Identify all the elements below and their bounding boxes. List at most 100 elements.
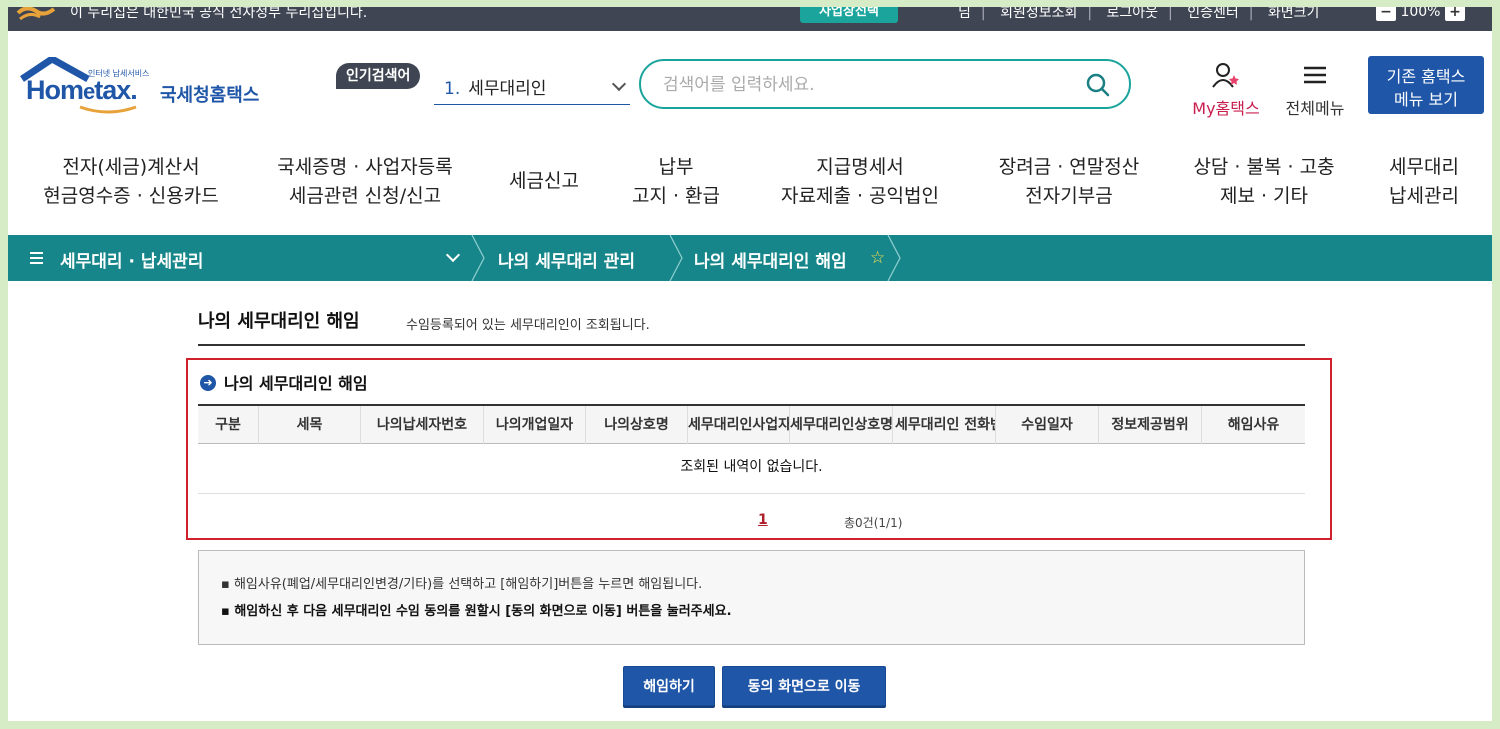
popular-search-badge: 인기검색어 xyxy=(336,63,421,89)
gnb-line1: 납부 xyxy=(658,156,694,178)
logo-e-text: e xyxy=(83,79,95,104)
column-header: 정보제공범위 xyxy=(1099,406,1202,444)
column-header: 나의납세자번호 xyxy=(361,406,484,444)
menu-icon[interactable] xyxy=(30,252,43,264)
column-header: 세무대리인 전화번호 xyxy=(893,406,996,444)
breadcrumb-divider xyxy=(471,235,485,281)
member-info-link[interactable]: 회원정보조회 xyxy=(1000,7,1077,21)
breadcrumb-level2[interactable]: 나의 세무대리 관리 xyxy=(498,247,635,272)
cert-center-link[interactable]: 인증센터 xyxy=(1187,7,1239,21)
column-header: 세목 xyxy=(259,406,361,444)
hamburger-icon xyxy=(1304,66,1326,84)
table-header: 구분 세목 나의납세자번호 나의개업일자 나의상호명 세무대리인사업자번호 세무… xyxy=(198,404,1305,444)
column-header: 해임사유 xyxy=(1227,417,1280,433)
info-box: ▪ 해임사유(폐업/세무대리인변경/기타)를 선택하고 [해임하기]버튼을 누르… xyxy=(198,550,1305,645)
gnb-line1: 장려금 · 연말정산 xyxy=(998,156,1140,178)
browser-page: 이 누리집은 대한민국 공식 전자정부 누리집입니다. 사업장선택 님 | 회원정… xyxy=(8,7,1492,721)
zoom-level: 100% xyxy=(1400,7,1441,20)
all-menu-label: 전체메뉴 xyxy=(1285,99,1345,118)
my-hometax-link[interactable]: My홈택스 xyxy=(1184,61,1268,119)
screen-size-label: 화면크기 xyxy=(1267,7,1320,21)
utility-links: 님 | 회원정보조회 | 로그아웃 | 인증센터 | 화면크기 xyxy=(958,7,1320,21)
gnb-item-statement[interactable]: 지급명세서 자료제출 · 공익법인 xyxy=(770,153,950,211)
gnb-line1: 세무대리 xyxy=(1389,156,1459,178)
zoom-out-button[interactable]: − xyxy=(1376,7,1396,21)
chevron-down-icon[interactable] xyxy=(445,247,461,263)
logo-swoosh-icon xyxy=(79,105,137,114)
column-header: 나의상호명 xyxy=(586,406,688,444)
legacy-menu-line2: 메뉴 보기 xyxy=(1394,90,1458,109)
gnb-line1: 세금신고 xyxy=(509,170,579,192)
column-header: 수임일자 xyxy=(996,406,1099,444)
popular-search-select[interactable]: 1. 세무대리인 xyxy=(434,73,630,105)
gnb-line2: 세금관련 신청/신고 xyxy=(288,185,442,207)
gnb-line1: 지급명세서 xyxy=(816,156,904,178)
section-title: ➜ 나의 세무대리인 해임 xyxy=(200,370,368,394)
column-header: 세무대리인사업자번호 xyxy=(688,406,790,444)
gnb-line2: 고지 · 환급 xyxy=(631,185,721,207)
gov-notice-bar: 이 누리집은 대한민국 공식 전자정부 누리집입니다. 사업장선택 님 | 회원정… xyxy=(8,7,1492,31)
title-divider xyxy=(198,344,1305,346)
search-icon[interactable] xyxy=(1085,72,1111,98)
legacy-menu-button[interactable]: 기존 홈택스 메뉴 보기 xyxy=(1368,56,1484,114)
chevron-down-icon xyxy=(611,76,627,92)
gnb-line2: 현금영수증 · 신용카드 xyxy=(43,185,219,207)
pagination: 1 총0건(1/1) xyxy=(198,512,1305,532)
column-header: 구분 xyxy=(198,406,259,444)
go-to-consent-button[interactable]: 동의 화면으로 이동 xyxy=(722,666,886,706)
main-navigation: 전자(세금)계산서 현금영수증 · 신용카드 국세증명 · 사업자등록 세금관련… xyxy=(8,153,1492,217)
arrow-bullet-icon: ➜ xyxy=(200,374,216,391)
business-select-button[interactable]: 사업장선택 xyxy=(800,7,898,23)
zoom-in-button[interactable]: + xyxy=(1444,7,1465,21)
agent-table: 구분 세목 나의납세자번호 나의개업일자 나의상호명 세무대리인사업자번호 세무… xyxy=(198,404,1305,494)
popular-rank: 1. xyxy=(444,79,461,99)
gov-notice-text: 이 누리집은 대한민국 공식 전자정부 누리집입니다. xyxy=(70,7,368,21)
search-box xyxy=(639,59,1131,109)
gnb-item-einvoice[interactable]: 전자(세금)계산서 현금영수증 · 신용카드 xyxy=(36,153,226,211)
user-suffix: 님 xyxy=(958,7,971,21)
info-line-bold: ▪ 해임하신 후 다음 세무대리인 수임 동의를 원할시 [동의 화면으로 이동… xyxy=(221,604,732,619)
info-line: ▪ 해임사유(폐업/세무대리인변경/기타)를 선택하고 [해임하기]버튼을 누르… xyxy=(221,577,703,592)
gnb-item-incentive[interactable]: 장려금 · 연말정산 전자기부금 xyxy=(986,153,1152,211)
gnb-line2: 제보 · 기타 xyxy=(1219,185,1309,207)
gnb-line1: 상담 · 불복 · 고충 xyxy=(1193,156,1335,178)
hometax-logo[interactable]: 인터넷 납세서비스 Hometax. 국세청홈택스 xyxy=(18,57,268,117)
popular-term: 세무대리인 xyxy=(468,79,547,99)
gov-logo-icon xyxy=(16,7,56,21)
empty-message: 조회된 내역이 없습니다. xyxy=(198,444,1305,494)
gnb-line2: 전자기부금 xyxy=(1025,185,1113,207)
logout-link[interactable]: 로그아웃 xyxy=(1107,7,1159,21)
logo-wordmark: Hometax. xyxy=(26,75,138,106)
my-hometax-label: My홈택스 xyxy=(1192,99,1260,118)
breadcrumb-level3[interactable]: 나의 세무대리인 해임 xyxy=(694,247,847,272)
favorite-star-icon[interactable]: ☆ xyxy=(870,248,885,268)
user-star-icon xyxy=(1212,63,1239,88)
gnb-item-tax-return[interactable]: 세금신고 xyxy=(496,167,592,196)
breadcrumb-divider xyxy=(887,235,901,281)
breadcrumb-divider xyxy=(669,235,683,281)
gnb-item-payment[interactable]: 납부 고지 · 환급 xyxy=(620,153,732,211)
page-title: 나의 세무대리인 해임 xyxy=(198,311,360,332)
column-header: 세무대리인상호명 xyxy=(790,406,893,444)
legacy-menu-line1: 기존 홈택스 xyxy=(1386,67,1466,86)
page-description: 수임등록되어 있는 세무대리인이 조회됩니다. xyxy=(406,318,650,333)
zoom-control: − 100% + xyxy=(1376,7,1465,21)
logo-tax-text: tax. xyxy=(94,75,138,105)
breadcrumb: 세무대리 · 납세관리 나의 세무대리 관리 나의 세무대리인 해임 ☆ xyxy=(8,235,1492,281)
gnb-item-certificate[interactable]: 국세증명 · 사업자등록 세금관련 신청/신고 xyxy=(270,153,460,211)
gnb-item-counsel[interactable]: 상담 · 불복 · 고충 제보 · 기타 xyxy=(1182,153,1346,211)
logo-home-text: Hom xyxy=(26,75,84,105)
gnb-line2: 납세관리 xyxy=(1389,185,1459,207)
page-link-1[interactable]: 1 xyxy=(758,512,768,528)
gnb-item-tax-agent[interactable]: 세무대리 납세관리 xyxy=(1378,153,1470,211)
total-count: 총0건(1/1) xyxy=(844,516,903,530)
gnb-line1: 전자(세금)계산서 xyxy=(62,156,200,178)
logo-korean-name: 국세청홈택스 xyxy=(160,85,260,106)
dismiss-button[interactable]: 해임하기 xyxy=(623,666,715,706)
breadcrumb-level1[interactable]: 세무대리 · 납세관리 xyxy=(60,247,203,272)
all-menu-button[interactable]: 전체메뉴 xyxy=(1278,61,1352,119)
section-title-text: 나의 세무대리인 해임 xyxy=(224,374,368,393)
column-header: 나의개업일자 xyxy=(484,406,586,444)
gnb-line2: 자료제출 · 공익법인 xyxy=(781,185,939,207)
search-input[interactable] xyxy=(663,73,1063,97)
